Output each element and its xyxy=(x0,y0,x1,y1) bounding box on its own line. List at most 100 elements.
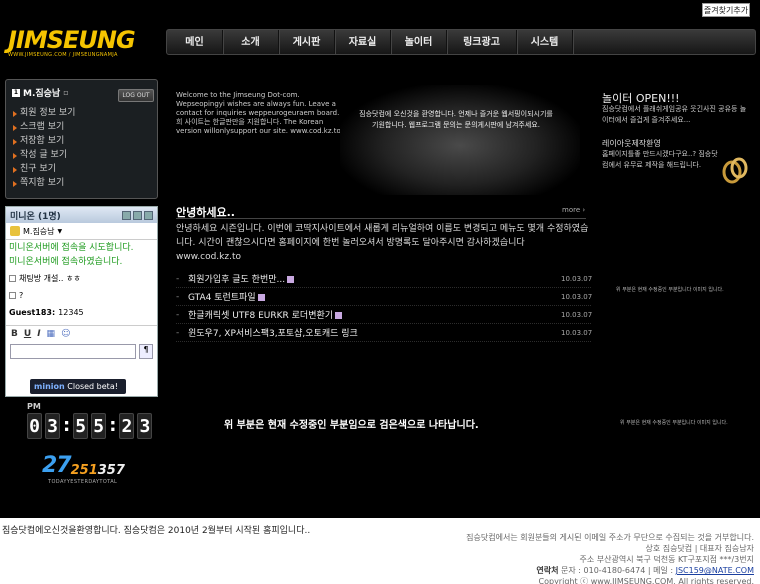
counter-labels: TODAYYESTERDAYTOTAL xyxy=(48,479,118,485)
member-menu: 회원 정보 보기 스크랩 보기 저장함 보기 작성 글 보기 친구 보기 쪽지함… xyxy=(12,106,151,190)
system-message: 미니온서버에 접속을 시도합니다. xyxy=(9,243,134,253)
welcome-text: Welcome to the Jimseung Dot-com. Wepseop… xyxy=(176,91,348,135)
send-button[interactable]: ¶ xyxy=(139,344,153,359)
chevron-right-icon: › xyxy=(582,206,586,214)
clock-colon: : xyxy=(63,415,71,436)
guest-name: Guest183: xyxy=(9,308,56,317)
minion-nick: M.짐승남 xyxy=(23,226,55,236)
color-picker-icon[interactable]: ▦ xyxy=(47,329,56,339)
list-item[interactable]: - GTA4 토런트파일 10.03.07 xyxy=(176,288,592,306)
contact-label: 연락처 xyxy=(536,566,559,575)
menu-member-info[interactable]: 회원 정보 보기 xyxy=(12,106,151,120)
new-icon xyxy=(257,294,265,301)
logout-button[interactable]: LOG OUT xyxy=(118,89,154,102)
underline-button[interactable]: U xyxy=(24,329,31,339)
menu-messages[interactable]: 쪽지함 보기 xyxy=(12,176,151,190)
more-label: more xyxy=(562,206,581,214)
chat-text: 채팅방 개설.. ㅎㅎ xyxy=(19,274,81,283)
level-icon: 1 xyxy=(12,88,20,97)
clock-digit: 3 xyxy=(137,413,153,439)
logo-subtitle: WWW.JIMSEUNG.COM / JIMSEUNGNAMJA xyxy=(8,52,118,58)
italic-button[interactable]: I xyxy=(37,329,40,339)
chevron-down-icon: ▼ xyxy=(57,227,63,235)
minion-nick-selector[interactable]: M.짐승남 ▼ xyxy=(6,223,157,240)
minion-beta-label: Closed beta! xyxy=(67,382,118,391)
login-panel: 1 M.짐승남 ▫ LOG OUT 회원 정보 보기 스크랩 보기 저장함 보기… xyxy=(5,79,158,199)
contact-text: 문자 : 010-4180-6474 | 메일 : xyxy=(561,566,674,575)
chat-input[interactable] xyxy=(10,344,137,359)
notice-body: 안녕하세요 시즌입니다. 이번에 코딱지사이트에서 새롭게 리뉴얼하여 이름도 … xyxy=(176,224,589,262)
minion-header: 미니온 (1명) xyxy=(6,207,157,223)
post-title: 회원가입후 글도 한번만... xyxy=(188,275,286,285)
minion-badge[interactable]: minion Closed beta! xyxy=(30,379,126,394)
add-favorites-button[interactable]: 즐겨찾기추가 xyxy=(702,3,750,17)
nav-archive[interactable]: 자료실 xyxy=(335,30,391,54)
nav-system[interactable]: 시스템 xyxy=(517,30,573,54)
bullet-icon: - xyxy=(176,291,180,302)
collapse-icon[interactable] xyxy=(122,210,131,220)
clock-digit: 2 xyxy=(119,413,135,439)
welcome-banner: 짐승닷컴에 오신것을 환영합니다. 언제나 즐거운 웹서핑이되시기를 기원합니다… xyxy=(340,85,580,195)
nav-board[interactable]: 게시판 xyxy=(279,30,335,54)
emoticon-icon[interactable]: ☺ xyxy=(61,329,70,339)
settings-icon[interactable] xyxy=(144,210,153,220)
message-icon xyxy=(9,292,16,299)
post-title: 한글캐릭셋 UTF8 EURKR 로더변환기 xyxy=(188,311,334,321)
chat-text: ? xyxy=(19,291,24,300)
main-nav: 메인 소개 게시판 자료실 놀이터 링크광고 시스템 xyxy=(166,29,756,55)
copyright: Copyright ⓒ www.JIMSEUNG.COM, All rights… xyxy=(538,577,754,584)
side-note: 위 부분은 현재 수정중인 부분입니다 이미지 입니다. xyxy=(620,420,728,426)
chat-text: 12345 xyxy=(58,308,84,317)
visitor-counter: 27 251 357 xyxy=(42,453,125,478)
footer-company: 상호 짐승닷컴 | 대표자 짐승남자 xyxy=(645,544,754,553)
chat-line: Guest183: 12345 xyxy=(6,304,157,321)
layout-text: 홈페이지틀좋 만드시겠다구요..? 짐승닷컴에서 유무료 제작을 해드립니다. xyxy=(602,150,718,169)
list-item[interactable]: - 회원가입후 글도 한번만... 10.03.07 xyxy=(176,270,592,288)
post-title: 윈도우7, XP서비스팩3,포토샵,오토캐드 링크 xyxy=(188,329,358,339)
post-date: 10.03.07 xyxy=(561,310,593,319)
list-item[interactable]: - 윈도우7, XP서비스팩3,포토샵,오토캐드 링크 10.03.07 xyxy=(176,324,593,342)
new-icon xyxy=(335,312,343,319)
divider xyxy=(176,218,586,219)
nav-main[interactable]: 메인 xyxy=(167,30,223,54)
footer: 짐승닷컴에오신것을환영합니다. 짐승닷컴은 2010년 2월부터 시작된 홈피입… xyxy=(0,518,760,584)
menu-storage[interactable]: 저장함 보기 xyxy=(12,134,151,148)
footer-info: 짐승닷컴에서는 회원분들의 게시된 이메일 주소가 무단으로 수집되는 것을 거… xyxy=(466,532,754,584)
clock-digit: 3 xyxy=(45,413,60,439)
layout-title[interactable]: 레이아웃제작환영 xyxy=(602,138,661,149)
clock-colon: : xyxy=(109,415,117,436)
message-icon xyxy=(9,275,16,282)
bold-button[interactable]: B xyxy=(11,329,18,339)
under-construction-notice: 위 부분은 현재 수정중인 부분임으로 검은색으로 나타납니다. xyxy=(224,420,479,431)
lock-icon: ▫ xyxy=(63,88,69,97)
chat-line: 채팅방 개설.. ㅎㅎ xyxy=(6,270,157,287)
chat-line: ? xyxy=(6,287,157,304)
clock-digits: 0 3 : 5 5 : 2 3 xyxy=(27,413,153,439)
footer-message: 짐승닷컴에오신것을환영합니다. 짐승닷컴은 2010년 2월부터 시작된 홈피입… xyxy=(2,526,311,536)
post-date: 10.03.07 xyxy=(561,328,593,337)
list-item[interactable]: - 한글캐릭셋 UTF8 EURKR 로더변환기 10.03.07 xyxy=(176,306,593,324)
menu-my-posts[interactable]: 작성 글 보기 xyxy=(12,148,151,162)
nav-intro[interactable]: 소개 xyxy=(223,30,279,54)
nav-playground[interactable]: 놀이터 xyxy=(391,30,447,54)
menu-friends[interactable]: 친구 보기 xyxy=(12,162,151,176)
clock-ampm: PM xyxy=(27,402,41,411)
playground-text: 짐승닷컴에서 플래쉬게임공유 웃긴사진 공유등 놀이터에서 즐겁게 즐겨주세요.… xyxy=(602,105,747,124)
email-link[interactable]: JSC159@NATE.COM xyxy=(676,566,754,575)
logo-wordmark: JIMSEUNG xyxy=(8,26,136,54)
post-title: GTA4 토런트파일 xyxy=(188,293,256,303)
more-link[interactable]: more › xyxy=(562,206,585,214)
site-logo[interactable]: JIMSEUNG WWW.JIMSEUNG.COM / JIMSEUNGNAMJ… xyxy=(8,28,158,60)
rings-icon xyxy=(722,157,748,184)
popout-icon[interactable] xyxy=(133,210,142,220)
counter-today: 27 xyxy=(42,453,72,478)
clock-digit: 5 xyxy=(73,413,89,439)
bullet-icon: - xyxy=(176,273,180,284)
minion-title: 미니온 (1명) xyxy=(10,211,61,222)
minion-chat-widget: 미니온 (1명) M.짐승남 ▼ 미니온서버에 접속을 시도합니다. 미니온서버… xyxy=(5,206,158,397)
footer-contact: 연락처 문자 : 010-4180-6474 | 메일 : JSC159@NAT… xyxy=(466,565,754,576)
latest-posts: - 회원가입후 글도 한번만... 10.03.07 - GTA4 토런트파일 10.0… xyxy=(176,270,593,342)
nav-link-ads[interactable]: 링크광고 xyxy=(447,30,517,54)
bullet-icon: - xyxy=(176,327,180,338)
menu-scrap[interactable]: 스크랩 보기 xyxy=(12,120,151,134)
